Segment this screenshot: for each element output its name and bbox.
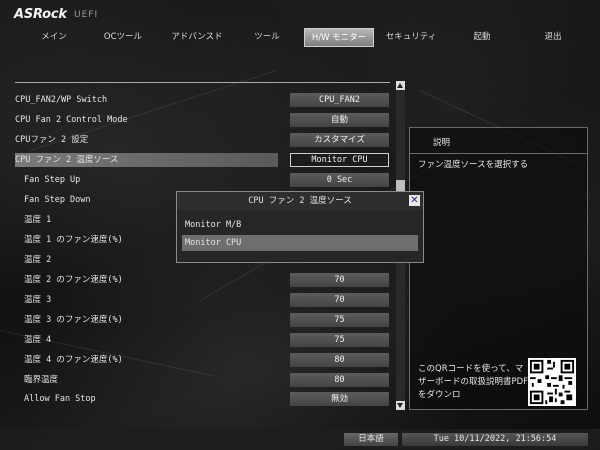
qr-description: このQRコードを使って、マザーボードの取扱説明書PDFをダウンロ [418, 364, 529, 400]
setting-value[interactable]: 自動 [290, 113, 389, 127]
setting-value[interactable]: 75 [290, 333, 389, 347]
setting-value[interactable]: 70 [290, 273, 389, 287]
setting-label: CPUファン 2 設定 [15, 135, 89, 145]
help-title: 説明 [433, 138, 451, 148]
setting-label: 温度 1 のファン速度(%) [24, 235, 123, 245]
setting-label: 温度 1 [24, 215, 52, 225]
temperature-source-dialog: CPU ファン 2 温度ソース ✕ Monitor M/B Monitor CP… [176, 191, 424, 263]
setting-value-selected[interactable]: Monitor CPU [290, 153, 389, 167]
tab-hw-monitor[interactable]: H/W モニター [304, 28, 374, 47]
setting-label: Allow Fan Stop [24, 394, 96, 404]
section-divider [15, 82, 390, 83]
setting-label: 温度 2 のファン速度(%) [24, 275, 123, 285]
setting-label: 温度 4 [24, 335, 52, 345]
setting-label: CPU ファン 2 温度ソース [15, 155, 119, 165]
tab-oc-tweaker[interactable]: OCツール [93, 28, 153, 47]
setting-label: CPU Fan 2 Control Mode [15, 115, 128, 125]
setting-label: 温度 3 のファン速度(%) [24, 315, 123, 325]
setting-value[interactable]: 0 Sec [290, 173, 389, 187]
help-panel: 説明 ファン温度ソースを選択する このQRコードを使って、マザーボードの取扱説明… [409, 127, 588, 410]
setting-value[interactable]: 無効 [290, 392, 389, 406]
setting-row-selected[interactable]: CPU ファン 2 温度ソース [15, 153, 278, 167]
option-monitor-mb[interactable]: Monitor M/B [182, 217, 418, 233]
date-time-display: Tue 10/11/2022, 21:56:54 [402, 433, 588, 446]
language-button[interactable]: 日本語 [344, 433, 398, 446]
setting-label: CPU_FAN2/WP Switch [15, 95, 108, 105]
setting-label: Fan Step Down [24, 195, 91, 205]
setting-value[interactable]: CPU_FAN2 [290, 93, 389, 107]
setting-label: 臨界温度 [24, 375, 59, 385]
brand-logo: ASRock [14, 7, 67, 22]
tab-tool[interactable]: ツール [241, 28, 293, 47]
tab-advanced[interactable]: アドバンスド [162, 28, 232, 47]
setting-label: 温度 4 のファン速度(%) [24, 355, 123, 365]
main-tab-bar: メイン OCツール アドバンスド ツール H/W モニター セキュリティ 起動 … [0, 28, 600, 47]
help-description: ファン温度ソースを選択する [418, 160, 529, 170]
dialog-title: CPU ファン 2 温度ソース [177, 192, 423, 210]
help-divider [410, 153, 587, 154]
tab-main[interactable]: メイン [25, 28, 83, 47]
option-monitor-cpu[interactable]: Monitor CPU [182, 235, 418, 251]
scroll-up-button[interactable] [396, 81, 405, 90]
scroll-down-button[interactable] [396, 401, 405, 410]
setting-label: 温度 2 [24, 255, 52, 265]
setting-value[interactable]: カスタマイズ [290, 133, 389, 147]
arrow-up-icon [397, 83, 403, 88]
setting-value[interactable]: 80 [290, 373, 389, 387]
setting-label: Fan Step Up [24, 175, 81, 185]
setting-label: 温度 3 [24, 295, 52, 305]
firmware-label: UEFI [74, 10, 99, 20]
tab-security[interactable]: セキュリティ [380, 28, 442, 47]
arrow-down-icon [397, 403, 403, 408]
close-icon[interactable]: ✕ [409, 195, 420, 206]
setting-value[interactable]: 80 [290, 353, 389, 367]
qr-code-icon [528, 358, 576, 406]
tab-exit[interactable]: 退出 [533, 28, 573, 47]
tab-boot[interactable]: 起動 [462, 28, 502, 47]
setting-value[interactable]: 70 [290, 293, 389, 307]
setting-value[interactable]: 75 [290, 313, 389, 327]
